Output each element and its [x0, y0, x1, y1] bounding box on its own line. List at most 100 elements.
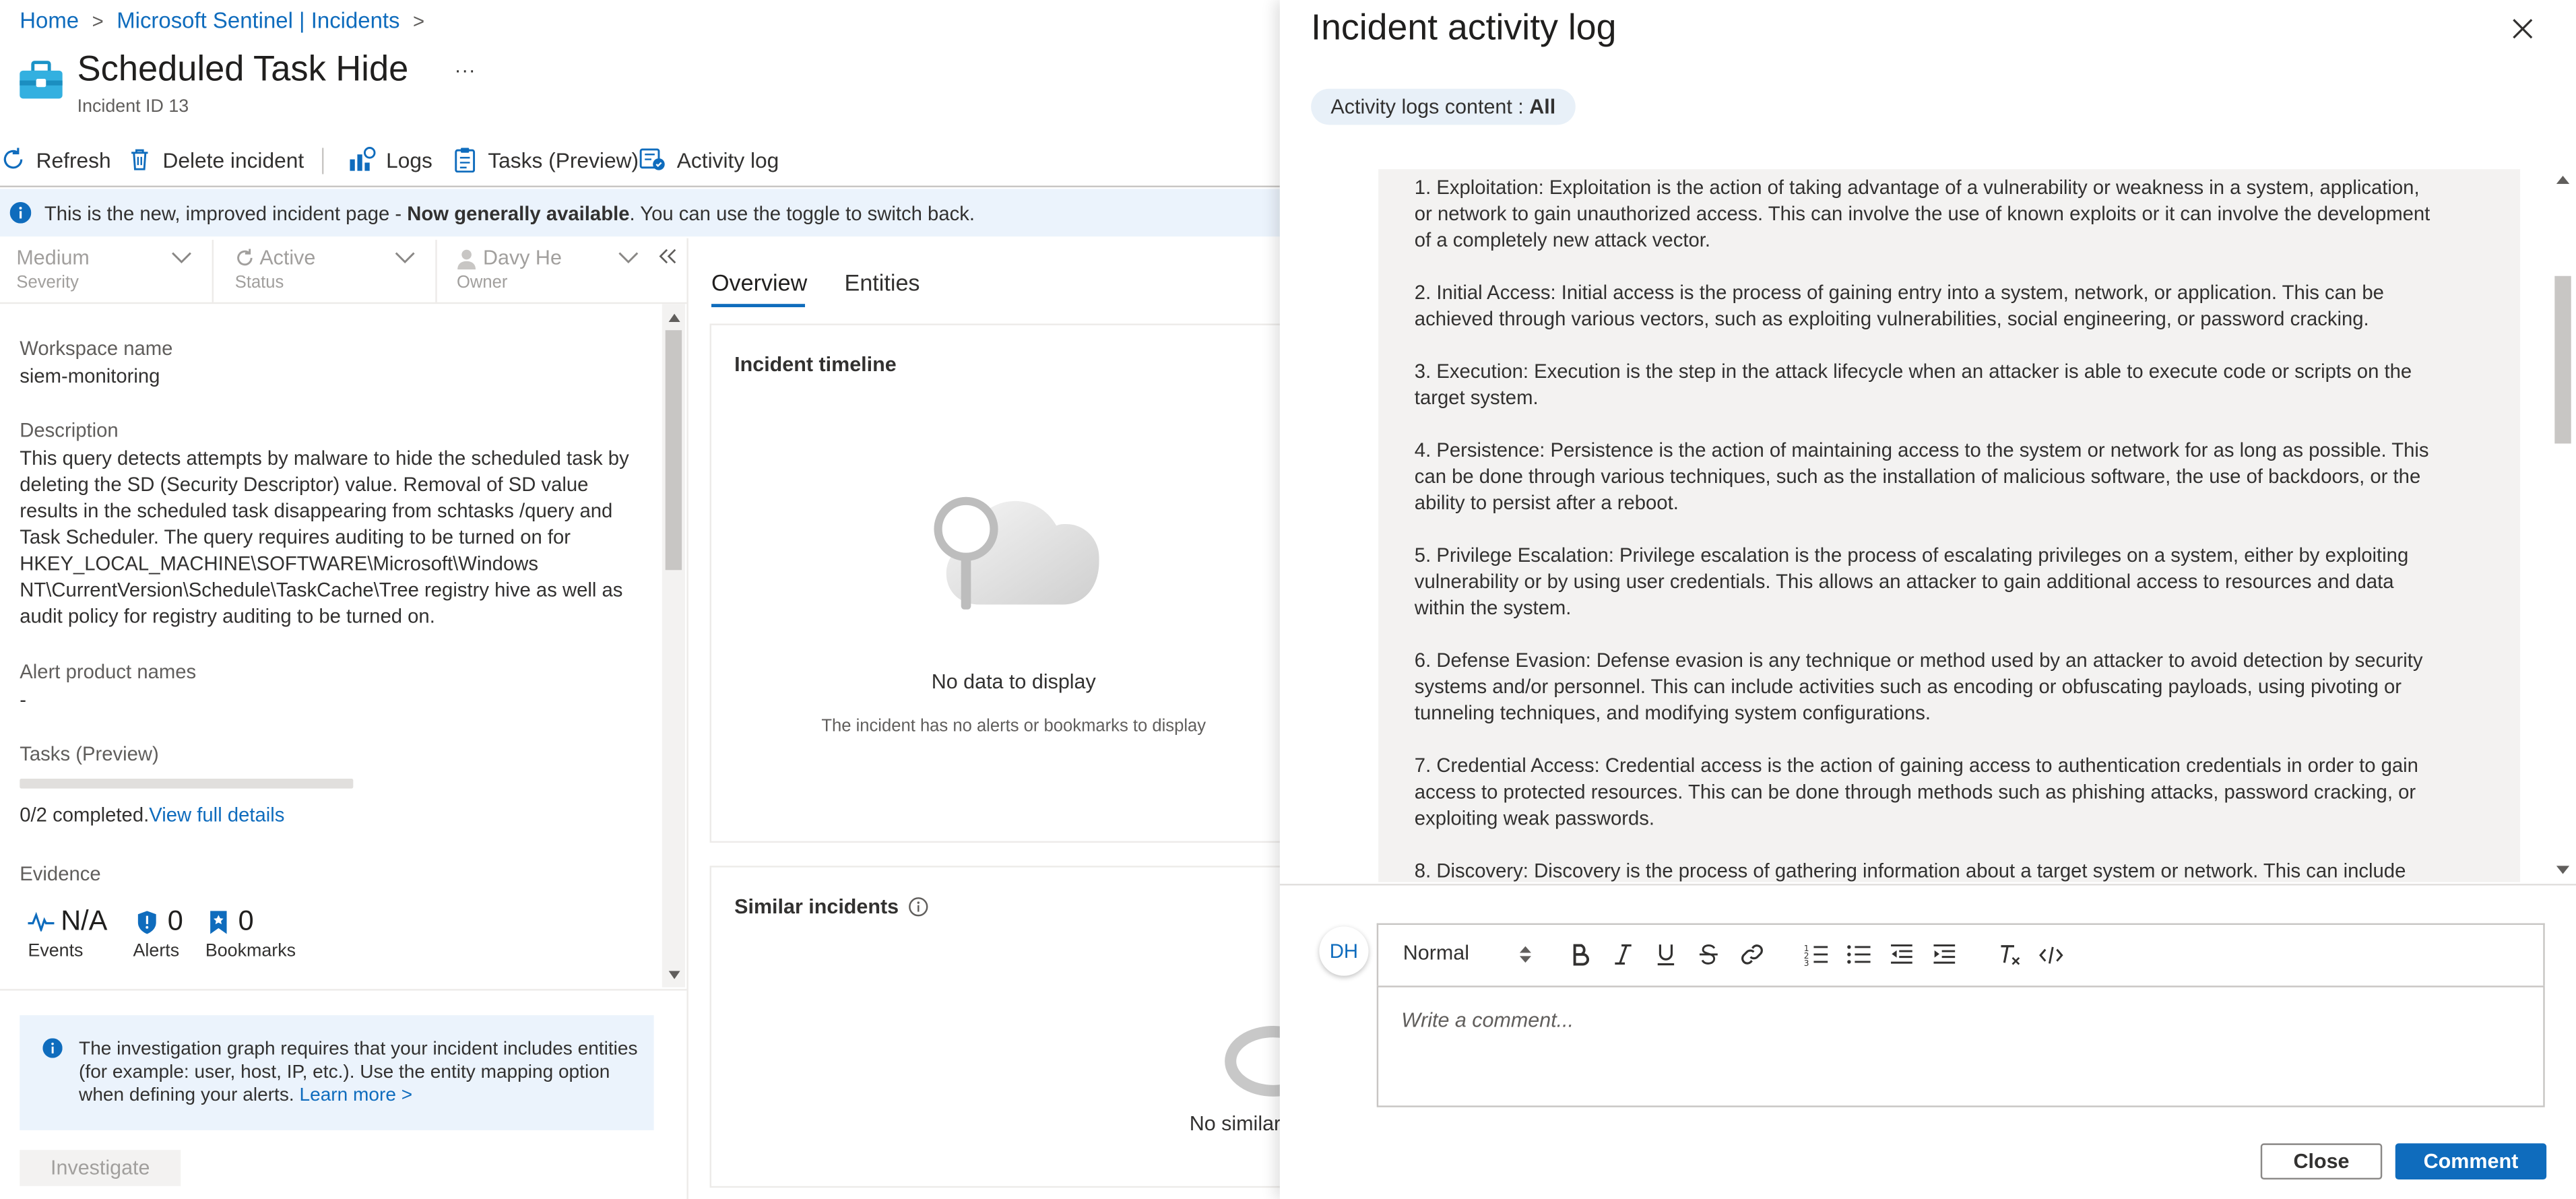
breadcrumb-home[interactable]: Home: [20, 8, 79, 33]
chevron-down-icon[interactable]: [618, 251, 639, 265]
pulse-icon: [28, 911, 55, 932]
log-line: 5. Privilege Escalation: Privilege escal…: [1414, 544, 2409, 567]
alert-products-value: -: [20, 688, 27, 712]
strikethrough-icon[interactable]: [1697, 943, 1720, 966]
info-line: (for example: user, host, IP, etc.). Use…: [79, 1062, 610, 1083]
scroll-thumb[interactable]: [2554, 276, 2571, 444]
tab-entities[interactable]: Entities: [845, 269, 920, 296]
code-icon[interactable]: [2039, 944, 2064, 966]
owner-dropdown[interactable]: Davy He Owner: [457, 247, 562, 299]
scroll-up-arrow-icon[interactable]: [668, 313, 680, 323]
divider: [1279, 884, 2576, 886]
log-line: target system.: [1414, 386, 1539, 410]
details-section: Workspace name siem-monitoring: [20, 337, 660, 388]
alerts-label: Alerts: [133, 941, 180, 961]
more-options-button[interactable]: ...: [455, 54, 477, 77]
divider: [212, 240, 214, 302]
severity-label: Severity: [16, 272, 79, 293]
breadcrumb-separator: >: [413, 9, 425, 32]
description-line: Task Scheduler. The query requires audit…: [20, 525, 571, 549]
chevron-down-icon[interactable]: [171, 251, 193, 265]
workspace-value: siem-monitoring: [20, 364, 160, 388]
comment-button[interactable]: Comment: [2395, 1143, 2547, 1180]
tasks-completed-text: 0/2 completed.: [20, 803, 150, 827]
info-icon: [9, 201, 32, 224]
chevron-down-icon[interactable]: [394, 251, 416, 265]
link-icon[interactable]: [1740, 943, 1765, 966]
log-line: 6. Defense Evasion: Defense evasion is a…: [1414, 649, 2423, 672]
tasks-button[interactable]: Tasks (Preview): [452, 146, 639, 173]
page-title: Scheduled Task Hide: [77, 49, 409, 89]
panel-title: Incident activity log: [1311, 6, 1617, 48]
activity-filter-pill[interactable]: Activity logs content : All: [1311, 88, 1576, 125]
editor-toolbar: [1376, 923, 2545, 986]
tasks-section: Tasks (Preview): [20, 742, 159, 765]
learn-more-link[interactable]: Learn more >: [300, 1086, 413, 1105]
log-line: 1. Exploitation: Exploitation is the act…: [1414, 175, 2420, 199]
outdent-icon[interactable]: [1890, 943, 1914, 966]
scroll-down-arrow-icon[interactable]: [668, 971, 680, 979]
comment-placeholder: Write a comment...: [1401, 1008, 1574, 1032]
log-line: 3. Execution: Execution is the step in t…: [1414, 360, 2412, 383]
status-dropdown[interactable]: Active Status: [235, 247, 316, 299]
comment-input[interactable]: Write a comment...: [1376, 985, 2545, 1107]
format-select[interactable]: Normal: [1403, 941, 1469, 964]
scroll-up-arrow-icon[interactable]: [2556, 175, 2570, 185]
bullet-list-icon[interactable]: [1846, 943, 1871, 966]
bookmarks-label: Bookmarks: [205, 941, 296, 961]
filter-label: Activity logs content :: [1330, 95, 1530, 119]
severity-dropdown[interactable]: Medium Severity: [16, 247, 89, 299]
numbered-list-icon[interactable]: 123: [1804, 943, 1829, 966]
activity-log-button[interactable]: Activity log: [639, 146, 779, 172]
underline-icon[interactable]: [1654, 943, 1677, 966]
scroll-down-arrow-icon[interactable]: [2556, 866, 2570, 874]
tasks-label: Tasks (Preview): [488, 147, 639, 172]
evidence-events[interactable]: N/A: [28, 905, 107, 938]
logs-label: Logs: [386, 147, 432, 172]
delete-incident-button[interactable]: Delete incident: [127, 146, 304, 172]
breadcrumb: Home > Microsoft Sentinel | Incidents >: [20, 8, 437, 33]
similar-empty-text: No similar: [1189, 1112, 1281, 1136]
toolbar-divider: [322, 148, 324, 174]
toolbar-border: [0, 185, 1280, 188]
details-scrollbar[interactable]: [662, 304, 685, 987]
description-text: This query detects attempts by malware t…: [20, 445, 664, 629]
collapse-double-chevron-icon[interactable]: [659, 248, 677, 264]
log-line: 7. Credential Access: Credential access …: [1414, 754, 2418, 777]
description-label: Description: [20, 418, 119, 443]
similar-incidents-card: Similar incidents No similar: [709, 866, 1322, 1188]
italic-icon[interactable]: [1611, 943, 1634, 966]
breadcrumb-incidents[interactable]: Microsoft Sentinel | Incidents: [117, 8, 399, 33]
evidence-alerts[interactable]: 0: [136, 905, 183, 938]
close-icon[interactable]: [2512, 18, 2534, 40]
log-line: 2. Initial Access: Initial access is the…: [1414, 281, 2384, 304]
view-full-details-link[interactable]: View full details: [149, 804, 284, 827]
log-scrollbar[interactable]: [2551, 169, 2574, 882]
description-line: This query detects attempts by malware t…: [20, 447, 629, 470]
close-button[interactable]: Close: [2260, 1143, 2383, 1180]
description-line: NT\CurrentVersion\Schedule\TaskCache\Tre…: [20, 578, 623, 602]
clear-formatting-icon[interactable]: [1998, 943, 2023, 968]
refresh-icon: [0, 146, 36, 172]
logs-button[interactable]: Logs: [348, 146, 432, 172]
evidence-bookmarks[interactable]: 0: [209, 905, 254, 938]
bold-icon[interactable]: [1569, 943, 1592, 966]
indent-icon[interactable]: [1932, 943, 1957, 966]
log-entry: 1. Exploitation: Exploitation is the act…: [1415, 174, 2499, 253]
refresh-label: Refresh: [36, 147, 111, 172]
refresh-button[interactable]: Refresh: [0, 146, 111, 172]
info-circle-icon[interactable]: [909, 897, 928, 917]
similar-title: Similar incidents: [734, 895, 899, 919]
investigate-button[interactable]: Investigate: [20, 1150, 181, 1186]
divider: [0, 989, 687, 991]
log-line: access to protected resources. This can …: [1414, 780, 2416, 804]
workspace-label: Workspace name: [20, 336, 173, 360]
log-line: vulnerability or by using user credentia…: [1414, 570, 2394, 593]
tab-overview[interactable]: Overview: [711, 269, 807, 296]
log-entry: 7. Credential Access: Credential access …: [1415, 752, 2499, 831]
select-updown-icon[interactable]: [1519, 944, 1531, 964]
scroll-thumb[interactable]: [665, 330, 682, 571]
info-icon: [42, 1038, 63, 1058]
incident-id: Incident ID 13: [77, 96, 189, 117]
alerts-count: 0: [167, 905, 183, 937]
